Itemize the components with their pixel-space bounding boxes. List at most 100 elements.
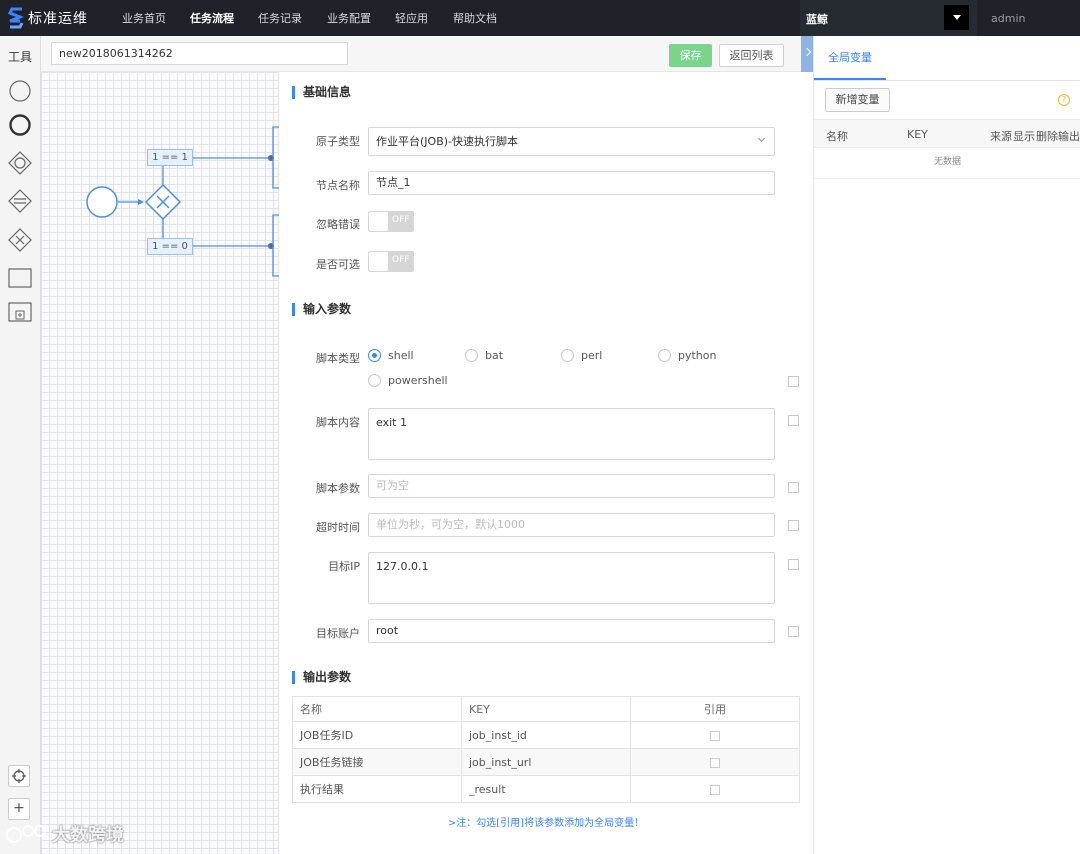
brand[interactable]: 标准运维 — [8, 6, 88, 30]
locate-button[interactable] — [8, 765, 30, 787]
user-name[interactable]: admin — [991, 12, 1025, 25]
optional-label: 是否可选 — [316, 258, 360, 271]
tool-palette: 工具 + — [0, 36, 41, 854]
end-event-icon[interactable] — [8, 113, 32, 137]
timeout-input[interactable]: 单位为秒，可为空，默认1000 — [368, 513, 775, 537]
reference-checkbox-target-ip[interactable] — [788, 559, 799, 570]
condition-label-bottom[interactable]: 1 == 0 — [147, 238, 193, 255]
chevron-down-icon[interactable] — [944, 5, 969, 30]
nav-item-business-config[interactable]: 业务配置 — [327, 10, 371, 26]
column-header-name: 名称 — [292, 696, 462, 722]
parallel-gateway-icon[interactable] — [8, 151, 32, 175]
row-name: JOB任务ID — [292, 721, 462, 749]
nav-item-task-flow[interactable]: 任务流程 — [190, 10, 234, 26]
nav-item-help-docs[interactable]: 帮助文档 — [453, 10, 497, 26]
script-content-textarea[interactable]: exit 1 — [368, 408, 775, 460]
crosshair-icon — [12, 769, 26, 783]
timeout-label: 超时时间 — [316, 521, 360, 534]
row-key: job_inst_url — [461, 748, 631, 776]
reference-checkbox-timeout[interactable] — [788, 520, 799, 531]
task-node-icon[interactable] — [8, 266, 32, 290]
script-params-label: 脚本参数 — [316, 482, 360, 495]
add-variable-button[interactable]: 新增变量 — [825, 88, 890, 112]
back-to-list-button[interactable]: 返回列表 — [719, 44, 784, 67]
reference-checkbox[interactable] — [710, 784, 720, 795]
tool-palette-title: 工具 — [8, 50, 33, 64]
watermark-logo-icon — [6, 825, 46, 843]
column-header-delete: 删除 — [1036, 130, 1058, 143]
flow-name-input[interactable]: new2018061314262 — [51, 42, 348, 65]
atom-type-select[interactable]: 作业平台(JOB)-快速执行脚本 — [368, 127, 775, 156]
reference-checkbox-script-type[interactable] — [788, 376, 799, 387]
row-key: _result — [461, 775, 631, 803]
toggle-state: OFF — [392, 255, 410, 265]
table-row: JOB任务链接 job_inst_url — [292, 748, 800, 776]
empty-state: 无数据 — [814, 148, 1080, 179]
column-header-source: 来源 — [990, 130, 1012, 143]
brand-logo-icon — [8, 7, 24, 29]
watermark-text: 大数跨境 — [52, 825, 124, 846]
column-header-display: 显示 — [1013, 130, 1035, 143]
flow-diagram — [86, 126, 279, 277]
flow-canvas[interactable]: 1 == 1 1 == 0 — [41, 72, 279, 854]
table-row: 执行结果 _result — [292, 775, 800, 803]
table-row: JOB任务ID job_inst_id — [292, 721, 800, 749]
target-account-label: 目标账户 — [316, 627, 360, 640]
row-name: JOB任务链接 — [292, 748, 462, 776]
ignore-error-label: 忽略错误 — [316, 218, 360, 231]
subprocess-node-icon[interactable] — [8, 300, 32, 324]
table-header-row: 名称 KEY 引用 — [292, 696, 800, 722]
reference-checkbox-target-account[interactable] — [788, 626, 799, 637]
column-header-key: KEY — [461, 696, 631, 722]
tab-global-variables[interactable]: 全局变量 — [814, 36, 886, 80]
start-node[interactable] — [86, 186, 118, 218]
help-icon[interactable]: ? — [1058, 94, 1070, 106]
converge-gateway-icon[interactable] — [8, 189, 32, 213]
node-config-panel: 基础信息 原子类型 作业平台(JOB)-快速执行脚本 节点名称 节点_1 忽略错… — [280, 72, 813, 854]
global-variables-panel: 全局变量 新增变量 ? 名称 KEY 来源 显示 删除 输出 无数据 — [813, 36, 1080, 854]
row-name: 执行结果 — [292, 775, 462, 803]
target-account-input[interactable]: root — [368, 619, 775, 643]
radio-powershell[interactable]: powershell — [368, 374, 448, 387]
output-note: >注：勾选[引用]将该参数添加为全局变量！ — [447, 818, 645, 829]
plus-icon: + — [13, 800, 25, 816]
reference-checkbox-script-params[interactable] — [788, 482, 799, 493]
target-ip-textarea[interactable]: 127.0.0.1 — [368, 552, 775, 604]
start-event-icon[interactable] — [8, 79, 32, 103]
radio-bat[interactable]: bat — [465, 349, 503, 362]
nav-item-task-records[interactable]: 任务记录 — [258, 10, 302, 26]
arrow-head-icon — [138, 199, 144, 205]
nav-item-home[interactable]: 业务首页 — [122, 10, 166, 26]
reference-checkbox-script-content[interactable] — [788, 415, 799, 426]
condition-label-top[interactable]: 1 == 1 — [147, 149, 193, 166]
reference-checkbox[interactable] — [710, 730, 720, 741]
panel-toggle-button[interactable] — [801, 36, 813, 72]
exclusive-gateway-icon[interactable] — [8, 228, 32, 252]
ignore-error-toggle[interactable]: OFF — [368, 211, 414, 232]
zoom-in-button[interactable]: + — [8, 798, 30, 820]
radio-perl[interactable]: perl — [561, 349, 602, 362]
row-key: job_inst_id — [461, 721, 631, 749]
script-type-label: 脚本类型 — [316, 352, 360, 365]
nav-item-light-app[interactable]: 轻应用 — [395, 10, 428, 26]
radio-shell[interactable]: shell — [368, 349, 414, 362]
business-selector[interactable]: 蓝鲸 — [800, 0, 977, 36]
output-params-table: 名称 KEY 引用 JOB任务ID job_inst_id JOB任务链接 jo… — [292, 696, 800, 803]
exclusive-gateway-node[interactable] — [144, 183, 182, 221]
business-name: 蓝鲸 — [806, 13, 828, 26]
section-title-input: 输入参数 — [292, 303, 351, 316]
atom-type-label: 原子类型 — [316, 135, 360, 148]
save-button[interactable]: 保存 — [669, 44, 712, 67]
column-header-key: KEY — [907, 128, 928, 141]
top-navbar: 标准运维 业务首页 任务流程 任务记录 业务配置 轻应用 帮助文档 蓝鲸 adm… — [0, 0, 1080, 36]
column-header-name: 名称 — [826, 130, 848, 143]
column-header-reference: 引用 — [630, 696, 800, 722]
node-name-input[interactable]: 节点_1 — [368, 171, 775, 195]
chevron-right-icon — [802, 47, 812, 57]
script-params-input[interactable]: 可为空 — [368, 474, 775, 498]
radio-python[interactable]: python — [658, 349, 716, 362]
reference-checkbox[interactable] — [710, 757, 720, 768]
editor-header: new2018061314262 保存 返回列表 — [41, 36, 813, 72]
section-title-basic: 基础信息 — [292, 86, 351, 99]
optional-toggle[interactable]: OFF — [368, 251, 414, 272]
